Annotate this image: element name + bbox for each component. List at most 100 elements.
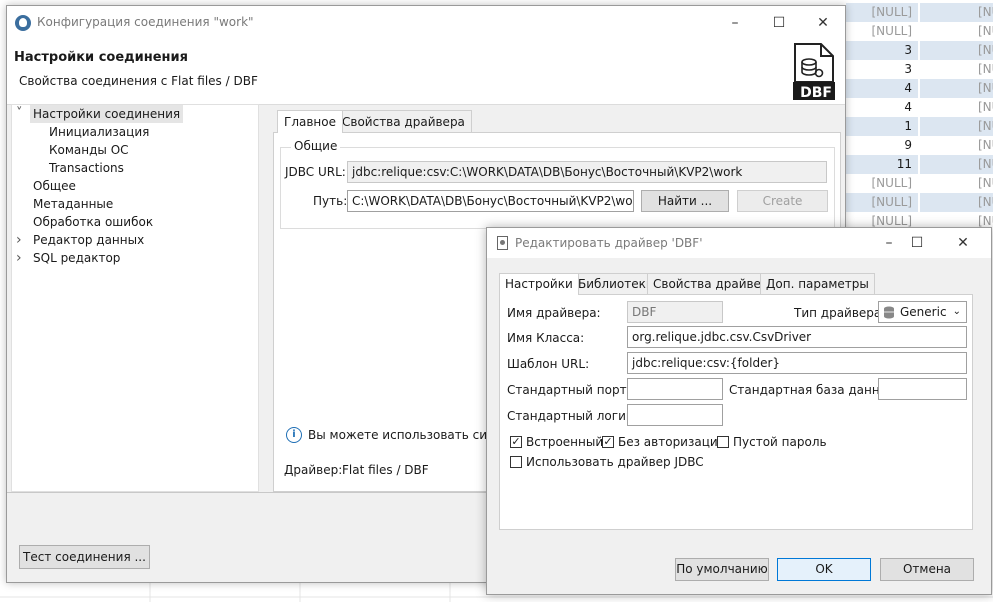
table-cell[interactable]: [NU [920, 3, 993, 22]
nav-item[interactable]: Метаданные [30, 195, 116, 213]
class-name-field[interactable]: org.relique.jdbc.csv.CsvDriver [627, 326, 967, 348]
ok-button[interactable]: OK [777, 558, 871, 581]
table-cell[interactable]: [NU [920, 22, 993, 41]
table-row[interactable]: 4[NU [846, 79, 993, 98]
default-db-label: Стандартная база данных: [729, 383, 901, 397]
driver-doc-icon [497, 236, 508, 250]
table-cell[interactable]: [NULL] [846, 22, 918, 41]
chevron-right-icon[interactable]: › [16, 249, 22, 267]
table-cell[interactable]: 1 [846, 117, 918, 136]
main-window-title: Конфигурация соединения "work" [37, 15, 254, 29]
table-cell[interactable]: 11 [846, 155, 918, 174]
table-row[interactable]: 11[NU [846, 155, 993, 174]
default-button[interactable]: По умолчанию [675, 558, 769, 581]
driver-settings-body: Имя драйвера: DBF Тип драйвера: Generic … [499, 294, 973, 530]
table-cell[interactable]: 9 [846, 136, 918, 155]
path-field[interactable]: C:\WORK\DATA\DB\Бонус\Восточный\KVP2\wor… [347, 190, 634, 212]
table-row[interactable]: [NULL][NU [846, 22, 993, 41]
empty-password-label: Пустой пароль [733, 435, 827, 449]
tab-driver-properties[interactable]: Свойства драйвера [335, 110, 472, 132]
main-titlebar: Конфигурация соединения "work" – ☐ ✕ [7, 6, 845, 38]
table-row[interactable]: [NULL][NU [846, 3, 993, 22]
maximize-icon[interactable]: ☐ [759, 12, 799, 34]
general-group-title: Общие [291, 139, 341, 153]
close-icon[interactable]: ✕ [803, 12, 843, 34]
header-title: Настройки соединения [14, 50, 188, 65]
chevron-down-icon: ⌄ [952, 306, 961, 317]
dbf-icon-label: DBF [800, 85, 832, 101]
chevron-right-icon[interactable]: › [16, 231, 22, 249]
table-row[interactable]: [NULL][NU [846, 193, 993, 212]
tab-main[interactable]: Главное [277, 110, 343, 133]
header-subtitle: Свойства соединения с Flat files / DBF [19, 74, 258, 88]
default-db-field[interactable] [878, 378, 967, 400]
driver-dialog-title: Редактировать драйвер 'DBF' [515, 236, 703, 250]
table-cell[interactable]: [NULL] [846, 174, 918, 193]
info-icon: i [286, 427, 302, 443]
default-port-field[interactable] [627, 378, 723, 400]
nav-item[interactable]: Редактор данных [30, 231, 147, 249]
nav-item[interactable]: Обработка ошибок [30, 213, 156, 231]
table-row[interactable]: [NULL][NU [846, 174, 993, 193]
nav-item[interactable]: SQL редактор [30, 249, 123, 267]
general-group: Общие JDBC URL: jdbc:relique:csv:C:\WORK… [280, 139, 835, 229]
nav-item[interactable]: Общее [30, 177, 79, 195]
driver-titlebar: Редактировать драйвер 'DBF' – ☐ ✕ [487, 228, 991, 258]
find-button[interactable]: Найти ... [641, 190, 729, 212]
default-login-field[interactable] [627, 404, 723, 426]
use-jdbc-driver-label: Использовать драйвер JDBC [526, 455, 704, 469]
tab-settings[interactable]: Настройки [499, 273, 579, 295]
table-cell[interactable]: [NU [920, 60, 993, 79]
table-row[interactable]: 1[NU [846, 117, 993, 136]
dbeaver-app-icon [15, 15, 31, 31]
embedded-checkbox[interactable]: ✓ [510, 436, 522, 448]
dialog-header: Настройки соединения Свойства соединения… [7, 38, 845, 105]
url-template-field[interactable]: jdbc:relique:csv:{folder} [627, 352, 967, 374]
table-cell[interactable]: [NU [920, 155, 993, 174]
jdbc-url-label: JDBC URL: [285, 165, 346, 179]
database-icon [884, 306, 894, 319]
table-cell[interactable]: [NULL] [846, 3, 918, 22]
driver-name-field[interactable]: DBF [627, 301, 723, 323]
create-button[interactable]: Create [737, 190, 828, 212]
table-row[interactable]: 4[NU [846, 98, 993, 117]
table-cell[interactable]: [NU [920, 79, 993, 98]
table-cell[interactable]: [NU [920, 136, 993, 155]
cancel-button[interactable]: Отмена [880, 558, 974, 581]
nav-item[interactable]: Настройки соединения [30, 105, 184, 123]
table-cell[interactable]: 3 [846, 60, 918, 79]
chevron-down-icon[interactable]: ˅ [16, 105, 23, 123]
table-row[interactable]: 3[NU [846, 60, 993, 79]
no-auth-checkbox[interactable]: ✓ [602, 436, 614, 448]
minimize-icon[interactable]: – [715, 12, 755, 34]
driver-maximize-icon[interactable]: ☐ [897, 232, 937, 254]
driver-close-icon[interactable]: ✕ [943, 232, 983, 254]
table-row[interactable]: 3[NU [846, 41, 993, 60]
nav-item[interactable]: Transactions [46, 159, 127, 177]
table-cell[interactable]: [NU [920, 98, 993, 117]
driver-tabs: Настройки Библиотеки Свойства драйвера Д… [499, 273, 973, 295]
table-cell[interactable]: [NU [920, 193, 993, 212]
driver-label: Драйвер: [284, 463, 343, 477]
driver-type-select[interactable]: Generic ⌄ [878, 301, 967, 323]
tab-extra-params[interactable]: Доп. параметры [760, 273, 875, 294]
nav-item[interactable]: Команды ОС [46, 141, 132, 159]
use-jdbc-driver-checkbox[interactable] [510, 456, 522, 468]
no-auth-label: Без авторизации [618, 435, 726, 449]
table-cell[interactable]: 3 [846, 41, 918, 60]
table-cell[interactable]: [NU [920, 41, 993, 60]
url-template-label: Шаблон URL: [507, 357, 590, 371]
table-cell[interactable]: 4 [846, 98, 918, 117]
table-cell[interactable]: [NULL] [846, 193, 918, 212]
jdbc-url-field[interactable]: jdbc:relique:csv:C:\WORK\DATA\DB\Бонус\В… [347, 161, 827, 183]
nav-item[interactable]: Инициализация [46, 123, 152, 141]
table-cell[interactable]: [NU [920, 174, 993, 193]
table-row[interactable]: 9[NU [846, 136, 993, 155]
path-label: Путь: [313, 194, 348, 208]
driver-name-label: Имя драйвера: [507, 306, 601, 320]
table-cell[interactable]: 4 [846, 79, 918, 98]
table-cell[interactable]: [NU [920, 117, 993, 136]
empty-password-checkbox[interactable] [717, 436, 729, 448]
test-connection-button[interactable]: Тест соединения ... [19, 545, 150, 569]
embedded-label: Встроенный [526, 435, 604, 449]
